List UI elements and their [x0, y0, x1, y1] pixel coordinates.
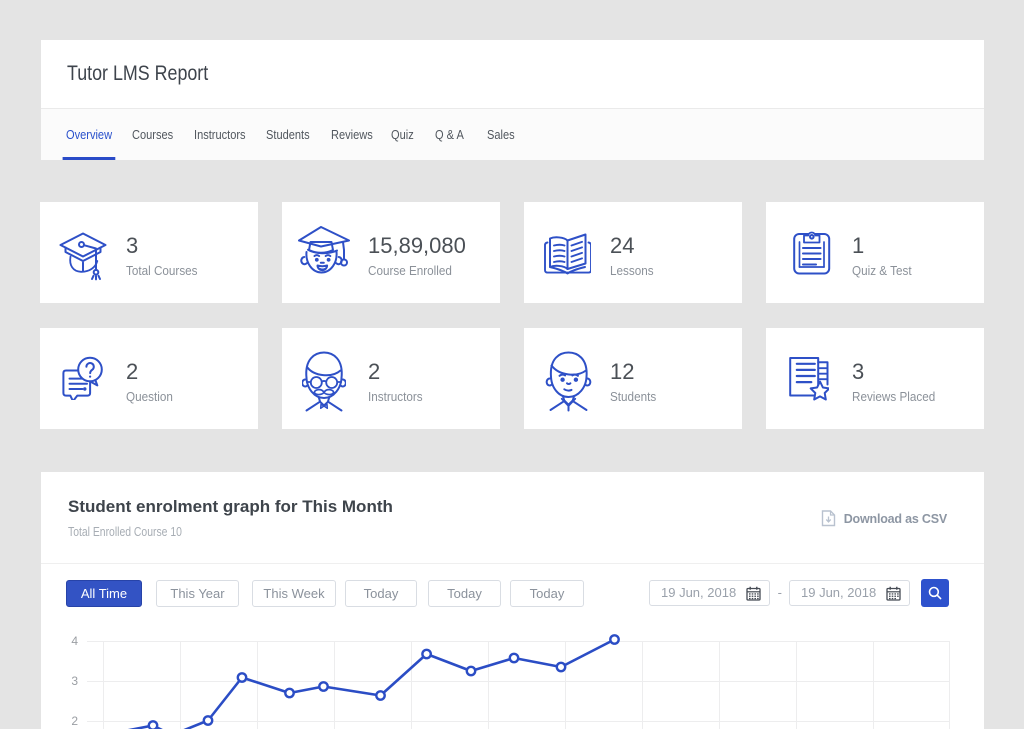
svg-text:3: 3	[71, 674, 78, 688]
svg-text:4: 4	[71, 634, 78, 648]
svg-text:2: 2	[71, 714, 78, 728]
